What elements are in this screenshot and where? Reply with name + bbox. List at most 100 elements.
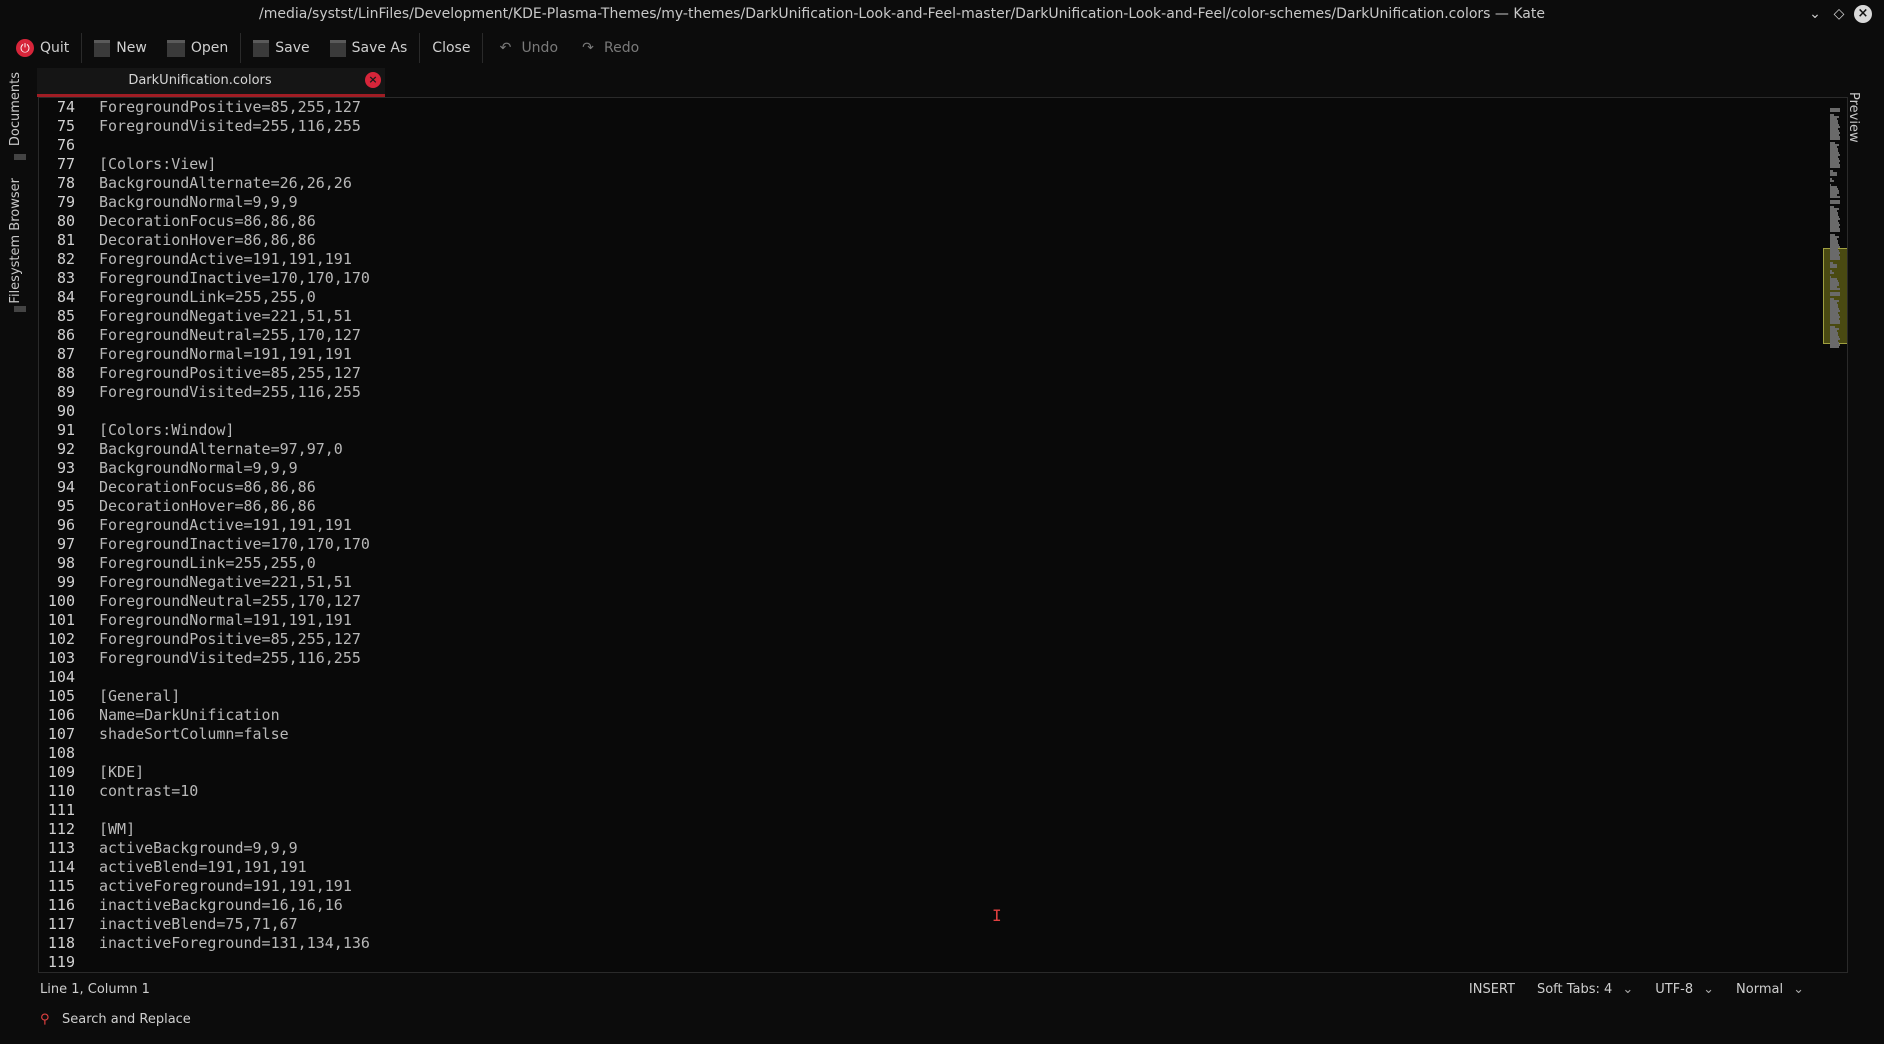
line-text[interactable]: DecorationHover=86,86,86 (99, 497, 316, 516)
line-text[interactable]: ForegroundActive=191,191,191 (99, 250, 352, 269)
code-line[interactable]: 80 DecorationFocus=86,86,86 (39, 212, 370, 231)
code-line[interactable]: 109 [KDE] (39, 763, 370, 782)
line-text[interactable]: inactiveBlend=75,71,67 (99, 915, 298, 934)
undo-button[interactable]: ↶ Undo (485, 30, 568, 66)
code-line[interactable]: 110 contrast=10 (39, 782, 370, 801)
code-line[interactable]: 84 ForegroundLink=255,255,0 (39, 288, 370, 307)
minimize-icon[interactable]: ⌄ (1806, 5, 1824, 23)
cursor-position[interactable]: Line 1, Column 1 (40, 982, 150, 997)
code-line[interactable]: 113 activeBackground=9,9,9 (39, 839, 370, 858)
line-text[interactable]: [Colors:Window] (99, 421, 234, 440)
minimap[interactable] (1821, 98, 1847, 972)
code-line[interactable]: 102 ForegroundPositive=85,255,127 (39, 630, 370, 649)
search-replace-button[interactable]: ⚲ Search and Replace (40, 1012, 191, 1027)
line-text[interactable]: DecorationFocus=86,86,86 (99, 478, 316, 497)
code-line[interactable]: 114 activeBlend=191,191,191 (39, 858, 370, 877)
close-tab-icon[interactable]: × (365, 72, 381, 88)
line-text[interactable]: ForegroundInactive=170,170,170 (99, 535, 370, 554)
code-line[interactable]: 88 ForegroundPositive=85,255,127 (39, 364, 370, 383)
line-text[interactable]: ForegroundPositive=85,255,127 (99, 364, 361, 383)
line-text[interactable]: [KDE] (99, 763, 144, 782)
code-line[interactable]: 108 (39, 744, 370, 763)
code-line[interactable]: 86 ForegroundNeutral=255,170,127 (39, 326, 370, 345)
code-line[interactable]: 85 ForegroundNegative=221,51,51 (39, 307, 370, 326)
line-text[interactable]: ForegroundVisited=255,116,255 (99, 117, 361, 136)
code-line[interactable]: 115 activeForeground=191,191,191 (39, 877, 370, 896)
code-line[interactable]: 111 (39, 801, 370, 820)
maximize-icon[interactable]: ◇ (1830, 5, 1848, 23)
redo-button[interactable]: ↷ Redo (568, 30, 649, 66)
line-text[interactable]: ForegroundNegative=221,51,51 (99, 307, 352, 326)
indentation-select[interactable]: Soft Tabs: 4 ⌄ (1537, 982, 1633, 997)
code-line[interactable]: 116 inactiveBackground=16,16,16 (39, 896, 370, 915)
code-line[interactable]: 75 ForegroundVisited=255,116,255 (39, 117, 370, 136)
code-line[interactable]: 87 ForegroundNormal=191,191,191 (39, 345, 370, 364)
code-line[interactable]: 103 ForegroundVisited=255,116,255 (39, 649, 370, 668)
document-tab[interactable]: DarkUnification.colors × (37, 68, 385, 97)
code-line[interactable]: 92 BackgroundAlternate=97,97,0 (39, 440, 370, 459)
code-line[interactable]: 93 BackgroundNormal=9,9,9 (39, 459, 370, 478)
line-text[interactable]: [Colors:View] (99, 155, 216, 174)
code-line[interactable]: 117 inactiveBlend=75,71,67 (39, 915, 370, 934)
line-text[interactable]: ForegroundLink=255,255,0 (99, 288, 316, 307)
code-line[interactable]: 95 DecorationHover=86,86,86 (39, 497, 370, 516)
code-line[interactable]: 90 (39, 402, 370, 421)
filesystem-browser-tab[interactable]: Filesystem Browser (8, 178, 23, 304)
code-line[interactable]: 106 Name=DarkUnification (39, 706, 370, 725)
line-text[interactable]: inactiveBackground=16,16,16 (99, 896, 343, 915)
code-line[interactable]: 94 DecorationFocus=86,86,86 (39, 478, 370, 497)
code-line[interactable]: 74 ForegroundPositive=85,255,127 (39, 98, 370, 117)
input-mode-select[interactable]: Normal ⌄ (1736, 982, 1804, 997)
code-line[interactable]: 77 [Colors:View] (39, 155, 370, 174)
close-window-icon[interactable]: × (1854, 5, 1872, 23)
line-text[interactable]: ForegroundPositive=85,255,127 (99, 98, 361, 117)
line-text[interactable]: ForegroundNeutral=255,170,127 (99, 592, 361, 611)
line-text[interactable]: inactiveForeground=131,134,136 (99, 934, 370, 953)
line-text[interactable]: activeBackground=9,9,9 (99, 839, 298, 858)
code-line[interactable]: 107 shadeSortColumn=false (39, 725, 370, 744)
line-text[interactable]: DecorationHover=86,86,86 (99, 231, 316, 250)
code-line[interactable]: 89 ForegroundVisited=255,116,255 (39, 383, 370, 402)
line-text[interactable]: BackgroundNormal=9,9,9 (99, 193, 298, 212)
code-line[interactable]: 119 (39, 953, 370, 972)
text-editor[interactable]: 74 ForegroundPositive=85,255,127 75 Foregro… (38, 97, 1848, 973)
line-text[interactable]: Name=DarkUnification (99, 706, 280, 725)
code-line[interactable]: 101 ForegroundNormal=191,191,191 (39, 611, 370, 630)
code-line[interactable]: 104 (39, 668, 370, 687)
line-text[interactable]: ForegroundVisited=255,116,255 (99, 649, 361, 668)
line-text[interactable]: ForegroundNeutral=255,170,127 (99, 326, 361, 345)
open-button[interactable]: Open (157, 30, 238, 66)
code-line[interactable]: 118 inactiveForeground=131,134,136 (39, 934, 370, 953)
line-text[interactable]: BackgroundNormal=9,9,9 (99, 459, 298, 478)
code-line[interactable]: 79 BackgroundNormal=9,9,9 (39, 193, 370, 212)
code-line[interactable]: 96 ForegroundActive=191,191,191 (39, 516, 370, 535)
code-line[interactable]: 105 [General] (39, 687, 370, 706)
code-line[interactable]: 99 ForegroundNegative=221,51,51 (39, 573, 370, 592)
code-line[interactable]: 83 ForegroundInactive=170,170,170 (39, 269, 370, 288)
line-text[interactable]: DecorationFocus=86,86,86 (99, 212, 316, 231)
line-text[interactable]: ForegroundNormal=191,191,191 (99, 611, 352, 630)
quit-button[interactable]: ⏻ Quit (0, 30, 79, 66)
code-line[interactable]: 98 ForegroundLink=255,255,0 (39, 554, 370, 573)
preview-tab[interactable]: Preview (1846, 92, 1861, 143)
encoding-select[interactable]: UTF-8 ⌄ (1655, 982, 1714, 997)
code-line[interactable]: 91 [Colors:Window] (39, 421, 370, 440)
new-button[interactable]: New (84, 30, 157, 66)
code-line[interactable]: 81 DecorationHover=86,86,86 (39, 231, 370, 250)
line-text[interactable]: ForegroundActive=191,191,191 (99, 516, 352, 535)
line-text[interactable]: contrast=10 (99, 782, 198, 801)
code-line[interactable]: 100 ForegroundNeutral=255,170,127 (39, 592, 370, 611)
line-text[interactable]: ForegroundInactive=170,170,170 (99, 269, 370, 288)
line-text[interactable]: ForegroundLink=255,255,0 (99, 554, 316, 573)
line-text[interactable]: ForegroundVisited=255,116,255 (99, 383, 361, 402)
code-line[interactable]: 76 (39, 136, 370, 155)
close-button[interactable]: Close (422, 30, 480, 66)
editor-lines[interactable]: 74 ForegroundPositive=85,255,127 75 Foregro… (39, 98, 370, 972)
line-text[interactable]: [WM] (99, 820, 135, 839)
code-line[interactable]: 97 ForegroundInactive=170,170,170 (39, 535, 370, 554)
documents-tab[interactable]: Documents (8, 72, 23, 146)
save-button[interactable]: Save (243, 30, 319, 66)
line-text[interactable]: ForegroundNormal=191,191,191 (99, 345, 352, 364)
line-text[interactable]: activeBlend=191,191,191 (99, 858, 307, 877)
code-line[interactable]: 78 BackgroundAlternate=26,26,26 (39, 174, 370, 193)
